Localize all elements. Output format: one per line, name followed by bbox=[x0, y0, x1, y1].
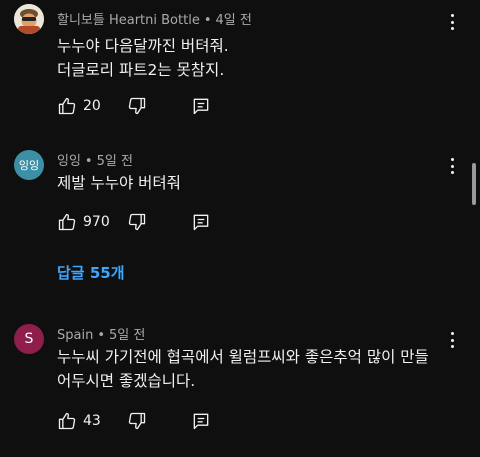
avatar-text: 잉잉 bbox=[18, 159, 40, 172]
comment-time: 4일 전 bbox=[215, 13, 252, 28]
comment-text: 누누야 다음달까진 버텨줘. 더글로리 파트2는 못참지. bbox=[57, 34, 229, 82]
comment-line: 누누야 다음달까진 버텨줘. bbox=[57, 37, 229, 55]
comment-line: 제발 누누야 버텨줘 bbox=[57, 174, 181, 192]
comment-actions: 43 bbox=[57, 409, 211, 433]
separator-dot: • bbox=[97, 328, 105, 343]
like-count: 43 bbox=[83, 413, 101, 429]
reply-icon[interactable] bbox=[191, 411, 211, 431]
comment-meta: 잉잉 • 5일 전 bbox=[57, 150, 133, 169]
scrollbar[interactable] bbox=[472, 163, 476, 205]
comment-line: 더글로리 파트2는 못참지. bbox=[57, 61, 225, 79]
like-count: 970 bbox=[83, 214, 110, 230]
thumb-down-icon[interactable] bbox=[127, 212, 147, 232]
comment-author[interactable]: 잉잉 bbox=[57, 154, 81, 169]
reply-icon[interactable] bbox=[191, 96, 211, 116]
comment-author[interactable]: Spain bbox=[57, 328, 93, 343]
comment-time: 5일 전 bbox=[109, 328, 146, 343]
reply-icon[interactable] bbox=[191, 212, 211, 232]
view-replies-link[interactable]: 답글 55개 bbox=[57, 262, 125, 283]
more-vert-icon[interactable] bbox=[445, 156, 459, 176]
thumb-up-icon[interactable] bbox=[57, 96, 77, 116]
comment-line: 어두시면 좋겠습니다. bbox=[57, 372, 196, 390]
separator-dot: • bbox=[203, 13, 212, 28]
thumb-up-icon[interactable] bbox=[57, 411, 77, 431]
thumb-down-icon[interactable] bbox=[127, 411, 147, 431]
thumb-down-icon[interactable] bbox=[127, 96, 147, 116]
comment-time: 5일 전 bbox=[96, 154, 133, 169]
avatar[interactable]: 잉잉 bbox=[14, 150, 44, 180]
comment-text: 제발 누누야 버텨줘 bbox=[57, 171, 181, 195]
comment-text: 누누씨 가기전에 협곡에서 윌럼프씨와 좋은추억 많이 만들 어두시면 좋겠습니… bbox=[57, 345, 429, 393]
avatar[interactable] bbox=[14, 4, 44, 34]
separator-dot: • bbox=[84, 154, 93, 169]
avatar-text: S bbox=[24, 331, 34, 347]
comment-meta: 할니보틀 Heartni Bottle • 4일 전 bbox=[57, 9, 252, 28]
comment-line: 누누씨 가기전에 협곡에서 윌럼프씨와 좋은추억 많이 만들 bbox=[57, 348, 429, 366]
thumb-up-icon[interactable] bbox=[57, 212, 77, 232]
comment-meta: Spain • 5일 전 bbox=[57, 324, 145, 343]
comment-author[interactable]: 할니보틀 Heartni Bottle bbox=[57, 13, 200, 28]
comment-actions: 970 bbox=[57, 210, 211, 234]
more-vert-icon[interactable] bbox=[445, 12, 459, 32]
comment-actions: 20 bbox=[57, 94, 211, 118]
like-count: 20 bbox=[83, 98, 101, 114]
more-vert-icon[interactable] bbox=[445, 330, 459, 350]
avatar[interactable]: S bbox=[14, 324, 44, 354]
